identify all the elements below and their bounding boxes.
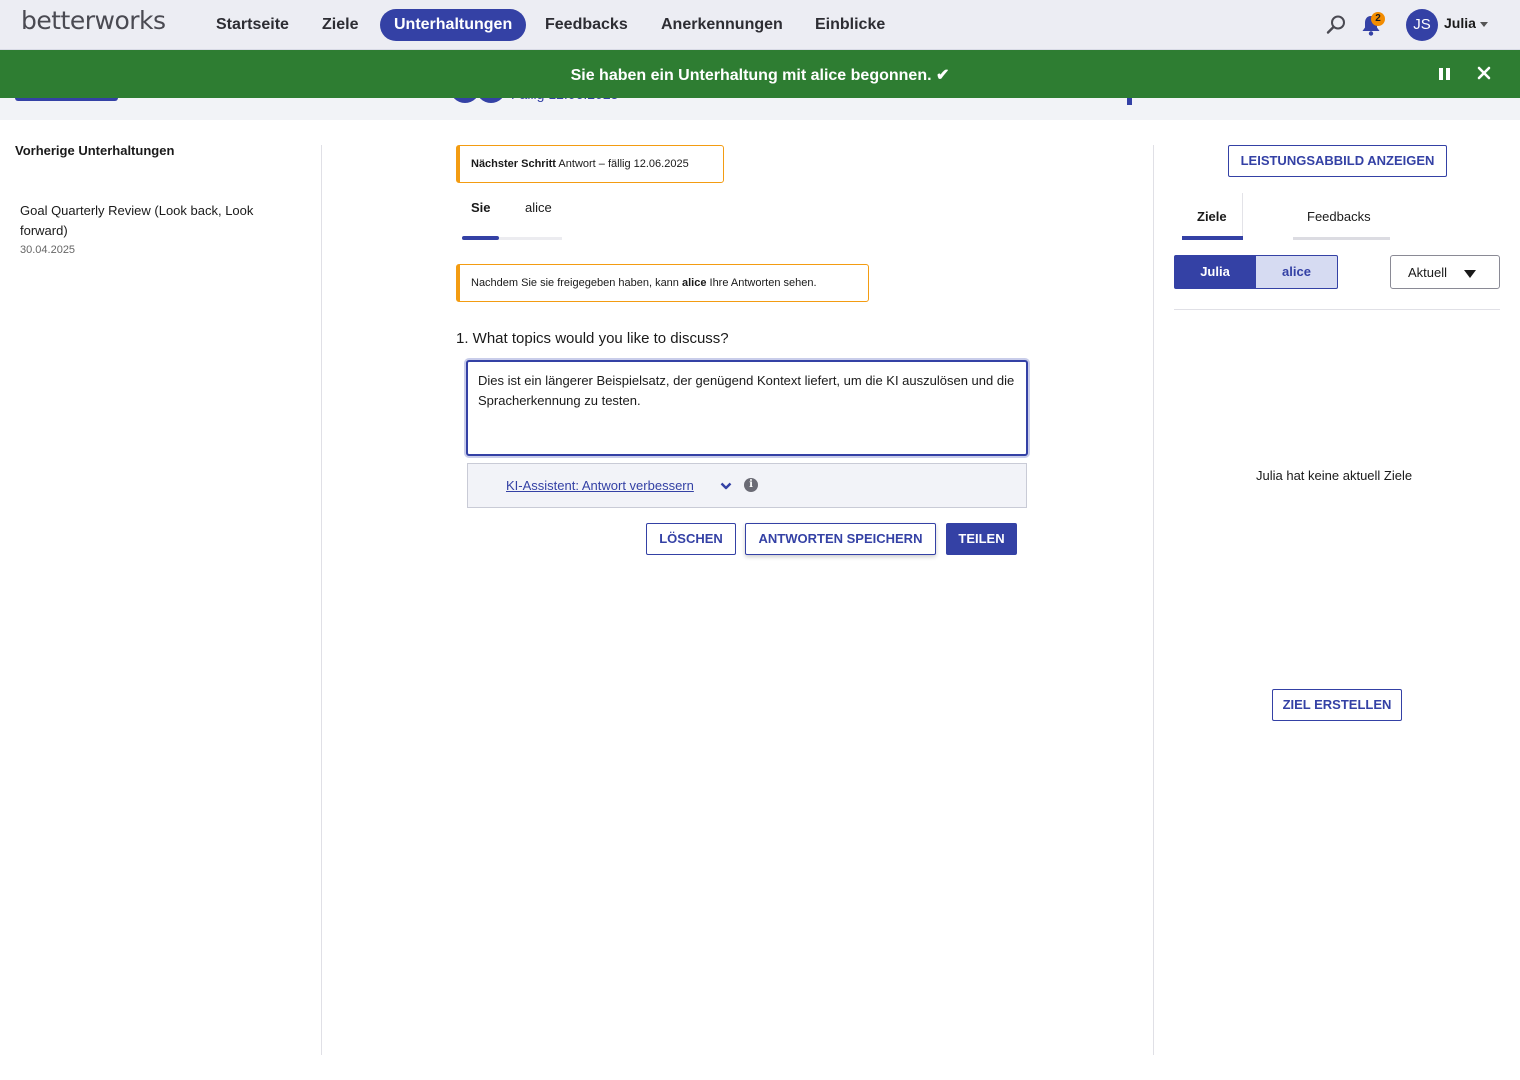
toast-message: Sie haben ein Unterhaltung mit alice beg… xyxy=(570,67,950,84)
next-step-text: Antwort – fällig 12.06.2025 xyxy=(555,158,689,170)
close-icon[interactable] xyxy=(1477,66,1491,80)
previous-conversations-title: Vorherige Unterhaltungen xyxy=(15,143,175,158)
success-toast: Sie haben ein Unterhaltung mit alice beg… xyxy=(0,50,1520,98)
tab-alice[interactable]: alice xyxy=(525,200,552,215)
caret-down-icon xyxy=(1464,270,1476,278)
pause-icon[interactable] xyxy=(1439,68,1450,80)
nav-item-startseite[interactable]: Startseite xyxy=(202,9,303,41)
tab-indicator xyxy=(462,236,499,240)
create-goal-button[interactable]: ZIEL ERSTELLEN xyxy=(1272,689,1402,721)
chevron-down-icon[interactable] xyxy=(720,480,732,492)
delete-button[interactable]: LÖSCHEN xyxy=(646,523,736,555)
share-button[interactable]: TEILEN xyxy=(946,523,1017,555)
user-name[interactable]: Julia xyxy=(1444,15,1476,31)
next-step-banner: Nächster Schritt Antwort – fällig 12.06.… xyxy=(456,145,724,183)
back-button[interactable] xyxy=(15,98,118,101)
conversation-header xyxy=(0,98,1520,120)
previous-conversation-date: 30.04.2025 xyxy=(20,244,76,256)
panel-divider xyxy=(1174,309,1500,310)
tab-sie[interactable]: Sie xyxy=(471,200,491,215)
notification-badge: 2 xyxy=(1371,12,1385,26)
app-logo[interactable]: betterworks xyxy=(21,6,166,35)
search-icon[interactable] xyxy=(1325,14,1347,36)
visibility-note-text-end: Ihre Antworten sehen. xyxy=(706,277,817,289)
empty-goals-message: Julia hat keine aktuell Ziele xyxy=(1256,468,1413,483)
ai-assistant-link[interactable]: KI-Assistent: Antwort verbessern xyxy=(506,478,694,493)
goal-filter-dropdown[interactable]: Aktuell xyxy=(1390,255,1500,289)
tab-indicator xyxy=(1182,236,1243,240)
participant-avatars xyxy=(450,88,510,103)
goal-filter-value: Aktuell xyxy=(1408,265,1448,280)
next-step-label: Nächster Schritt xyxy=(471,158,556,170)
avatar[interactable]: JS xyxy=(1406,9,1438,41)
view-performance-profile-button[interactable]: LEISTUNGSABBILD ANZEIGEN xyxy=(1228,145,1447,177)
tab-feedbacks[interactable]: Feedbacks xyxy=(1307,209,1371,224)
column-divider xyxy=(321,145,322,1055)
column-divider xyxy=(1153,145,1154,1055)
nav-item-ziele[interactable]: Ziele xyxy=(308,9,372,41)
tab-underline-inactive xyxy=(1293,237,1390,240)
visibility-note-name: alice xyxy=(681,277,707,289)
person-toggle-alice[interactable]: alice xyxy=(1256,255,1338,289)
nav-item-feedbacks[interactable]: Feedbacks xyxy=(531,9,642,41)
info-icon[interactable]: i xyxy=(744,478,758,492)
tab-separator xyxy=(1242,193,1243,239)
person-toggle-julia[interactable]: Julia xyxy=(1174,255,1256,289)
nav-item-einblicke[interactable]: Einblicke xyxy=(801,9,899,41)
top-navigation: betterworks Startseite Ziele Unterhaltun… xyxy=(0,0,1520,50)
answer-textarea[interactable]: Dies ist ein längerer Beispielsatz, der … xyxy=(466,360,1028,456)
visibility-note: Nachdem Sie sie freigegeben haben, kann … xyxy=(456,264,869,302)
previous-conversation-item[interactable]: Goal Quarterly Review (Look back, Look f… xyxy=(20,201,300,256)
nav-item-anerkennungen[interactable]: Anerkennungen xyxy=(647,9,797,41)
nav-item-unterhaltungen[interactable]: Unterhaltungen xyxy=(380,9,527,41)
question-label: 1. What topics would you like to discuss… xyxy=(456,330,729,347)
visibility-note-text: Nachdem Sie sie freigegeben haben, kann xyxy=(471,277,682,289)
tab-ziele[interactable]: Ziele xyxy=(1197,209,1227,224)
pin-icon[interactable] xyxy=(1127,98,1132,105)
save-answers-button[interactable]: ANTWORTEN SPEICHERN xyxy=(745,523,936,555)
caret-down-icon[interactable] xyxy=(1480,22,1488,27)
ai-assistant-bar: KI-Assistent: Antwort verbessern i xyxy=(467,463,1027,508)
previous-conversation-title[interactable]: Goal Quarterly Review (Look back, Look f… xyxy=(20,201,300,241)
